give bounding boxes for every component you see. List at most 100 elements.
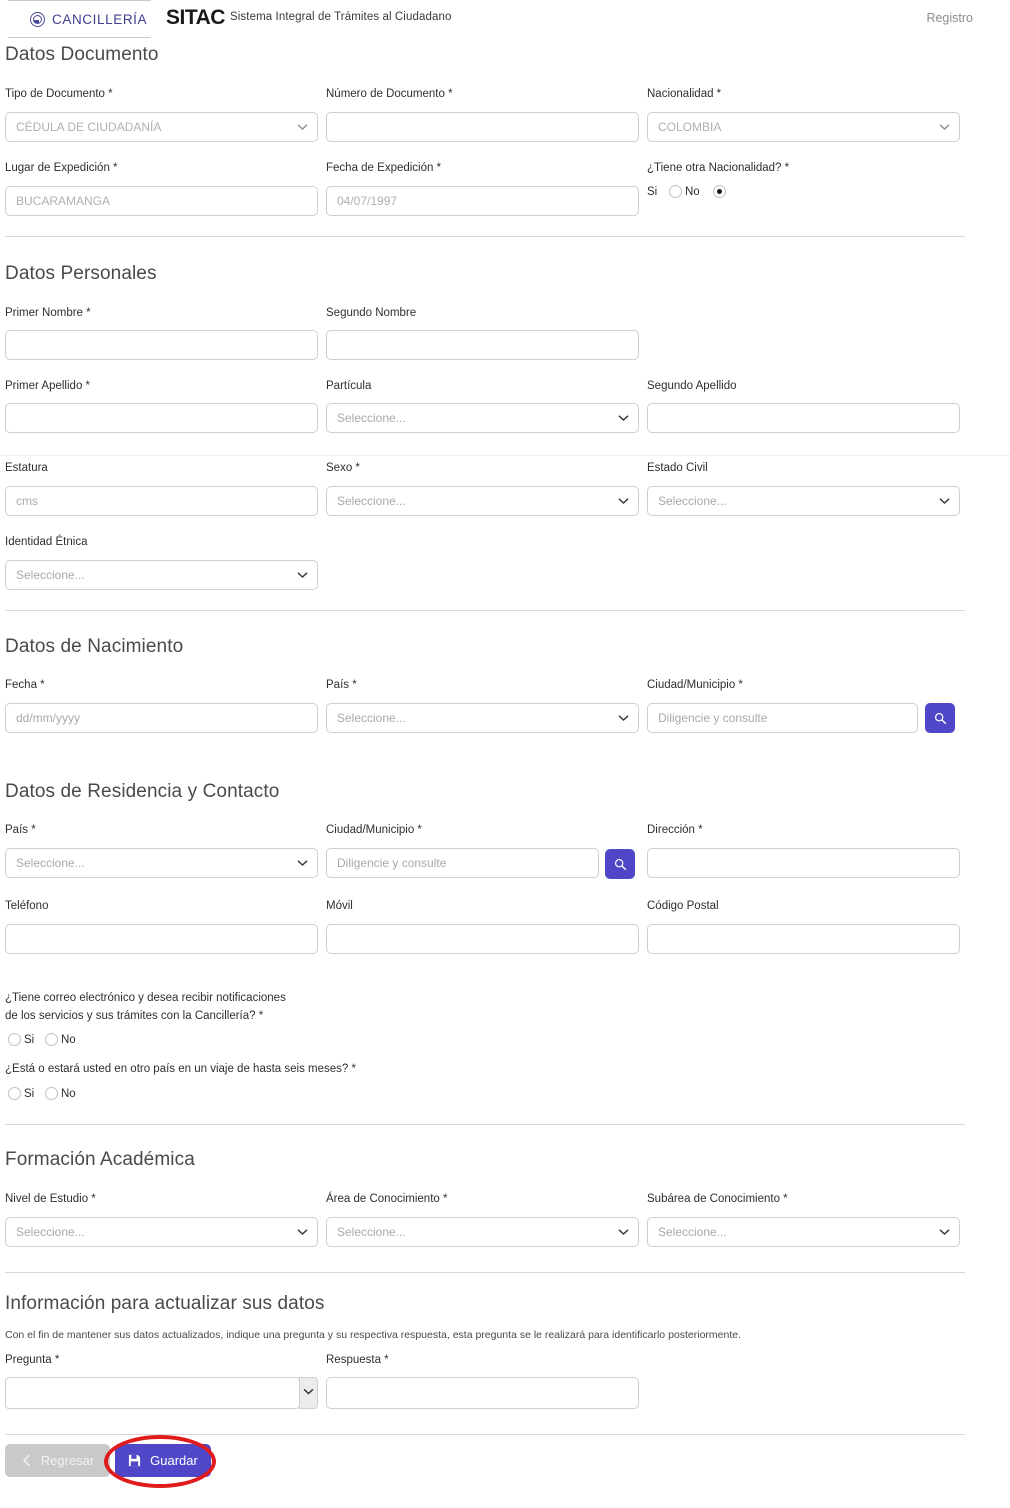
label-nacionalidad: Nacionalidad * [647, 88, 722, 100]
label-estado-civil: Estado Civil [647, 462, 708, 474]
select-sexo[interactable]: Seleccione... [326, 486, 639, 516]
input-segundo-apellido[interactable] [647, 403, 960, 433]
radio-label-correo-si: Si [24, 1034, 35, 1046]
input-lugar-expedicion[interactable]: BUCARAMANGA [5, 186, 318, 216]
select-nivel-estudio[interactable]: Seleccione... [5, 1217, 318, 1247]
input-primer-apellido[interactable] [5, 403, 318, 433]
select-nacionalidad-value: COLOMBIA [658, 120, 722, 134]
input-respuesta[interactable] [326, 1377, 639, 1409]
search-icon [614, 858, 627, 871]
input-estatura-placeholder: cms [16, 494, 38, 508]
select-sexo-value: Seleccione... [337, 494, 406, 508]
input-fecha-expedicion[interactable]: 04/07/1997 [326, 186, 639, 216]
input-residencia-ciudad-placeholder: Diligencie y consulte [337, 856, 447, 870]
select-particula-value: Seleccione... [337, 411, 406, 425]
registration-form-page: CANCILLERÍA SITAC Sistema Integral de Tr… [0, 0, 1010, 1508]
input-residencia-ciudad[interactable]: Diligencie y consulte [326, 848, 599, 878]
section-title-actualizar-datos: Información para actualizar sus datos [5, 1293, 325, 1314]
search-icon [934, 712, 947, 725]
question-correo-line2: de los servicios y sus trámites con la C… [5, 1010, 264, 1022]
radio-label-viaje-si: Si [24, 1088, 35, 1100]
input-primer-nombre[interactable] [5, 330, 318, 360]
select-nivel-estudio-value: Seleccione... [16, 1225, 85, 1239]
select-pregunta-arrow[interactable] [299, 1377, 318, 1409]
divider-academica [5, 1272, 965, 1273]
label-otra-nacionalidad: ¿Tiene otra Nacionalidad? * [647, 162, 790, 174]
label-codigo-postal: Código Postal [647, 900, 719, 912]
chevron-down-icon [297, 1227, 308, 1238]
colombia-emblem-icon [30, 11, 45, 27]
radio-viaje-no[interactable] [45, 1087, 58, 1100]
select-nacimiento-pais[interactable]: Seleccione... [326, 703, 639, 733]
save-button[interactable]: Guardar [115, 1444, 211, 1477]
label-residencia-ciudad: Ciudad/Municipio * [326, 824, 422, 836]
select-area-conocimiento[interactable]: Seleccione... [326, 1217, 639, 1247]
sitac-brand: SITAC [166, 6, 225, 29]
chevron-down-icon [297, 858, 308, 869]
label-sexo: Sexo * [326, 462, 360, 474]
chevron-down-icon [939, 496, 950, 507]
input-movil[interactable] [326, 924, 639, 954]
radio-correo-si[interactable] [8, 1033, 21, 1046]
label-movil: Móvil [326, 900, 353, 912]
app-header: CANCILLERÍA SITAC Sistema Integral de Tr… [0, 0, 1010, 38]
chevron-down-icon [297, 122, 308, 133]
input-nacimiento-fecha[interactable]: dd/mm/yyyy [5, 703, 318, 733]
label-identidad-etnica: Identidad Étnica [5, 536, 88, 548]
label-subarea-conocimiento: Subárea de Conocimiento * [647, 1193, 788, 1205]
chevron-down-icon [618, 713, 629, 724]
input-direccion[interactable] [647, 848, 960, 878]
save-button-label: Guardar [150, 1453, 198, 1468]
registro-link[interactable]: Registro [926, 11, 973, 25]
chevron-down-icon [618, 1227, 629, 1238]
radio-label-otra-nac-no: No [685, 186, 700, 198]
select-subarea-conocimiento[interactable]: Seleccione... [647, 1217, 960, 1247]
chevron-down-icon [303, 1384, 314, 1402]
helper-text-actualizar: Con el fin de mantener sus datos actuali… [5, 1329, 742, 1341]
input-estatura[interactable]: cms [5, 486, 318, 516]
section-title-datos-personales: Datos Personales [5, 263, 157, 284]
select-estado-civil[interactable]: Seleccione... [647, 486, 960, 516]
back-button[interactable]: Regresar [5, 1444, 110, 1477]
label-segundo-apellido: Segundo Apellido [647, 380, 737, 392]
select-residencia-pais[interactable]: Seleccione... [5, 848, 318, 878]
input-telefono[interactable] [5, 924, 318, 954]
radio-label-correo-no: No [61, 1034, 76, 1046]
divider-personales-inner [0, 455, 1010, 456]
radio-viaje-si[interactable] [8, 1087, 21, 1100]
label-fecha-expedicion: Fecha de Expedición * [326, 162, 442, 174]
chevron-down-icon [618, 413, 629, 424]
input-nacimiento-fecha-placeholder: dd/mm/yyyy [16, 711, 81, 725]
input-segundo-nombre[interactable] [326, 330, 639, 360]
select-particula[interactable]: Seleccione... [326, 403, 639, 433]
search-button-nacimiento-ciudad[interactable] [925, 703, 955, 733]
label-primer-nombre: Primer Nombre * [5, 307, 91, 319]
input-codigo-postal[interactable] [647, 924, 960, 954]
input-nacimiento-ciudad[interactable]: Diligencie y consulte [647, 703, 918, 733]
label-nacimiento-ciudad: Ciudad/Municipio * [647, 679, 743, 691]
radio-correo-no[interactable] [45, 1033, 58, 1046]
label-tipo-documento: Tipo de Documento * [5, 88, 113, 100]
select-tipo-documento-value: CÉDULA DE CIUDADANÍA [16, 120, 162, 134]
label-primer-apellido: Primer Apellido * [5, 380, 91, 392]
section-title-datos-nacimiento: Datos de Nacimiento [5, 636, 184, 657]
radio-otra-nac-si[interactable] [669, 185, 682, 198]
select-nacionalidad[interactable]: COLOMBIA [647, 112, 960, 142]
select-identidad-etnica[interactable]: Seleccione... [5, 560, 318, 590]
label-area-conocimiento: Área de Conocimiento * [326, 1193, 448, 1205]
input-numero-documento[interactable] [326, 112, 639, 142]
divider-residencia [5, 1124, 965, 1125]
select-subarea-conocimiento-value: Seleccione... [658, 1225, 727, 1239]
radio-otra-nac-no[interactable] [713, 185, 726, 198]
chevron-down-icon [297, 570, 308, 581]
select-estado-civil-value: Seleccione... [658, 494, 727, 508]
search-button-residencia-ciudad[interactable] [605, 849, 635, 879]
select-pregunta[interactable] [5, 1377, 300, 1409]
select-tipo-documento[interactable]: CÉDULA DE CIUDADANÍA [5, 112, 318, 142]
divider-footer [5, 1434, 965, 1435]
cancilleria-logo: CANCILLERÍA [8, 0, 151, 38]
floppy-disk-icon [128, 1454, 141, 1467]
question-correo-line1: ¿Tiene correo electrónico y desea recibi… [5, 992, 286, 1004]
label-segundo-nombre: Segundo Nombre [326, 307, 417, 319]
label-particula: Partícula [326, 380, 372, 392]
